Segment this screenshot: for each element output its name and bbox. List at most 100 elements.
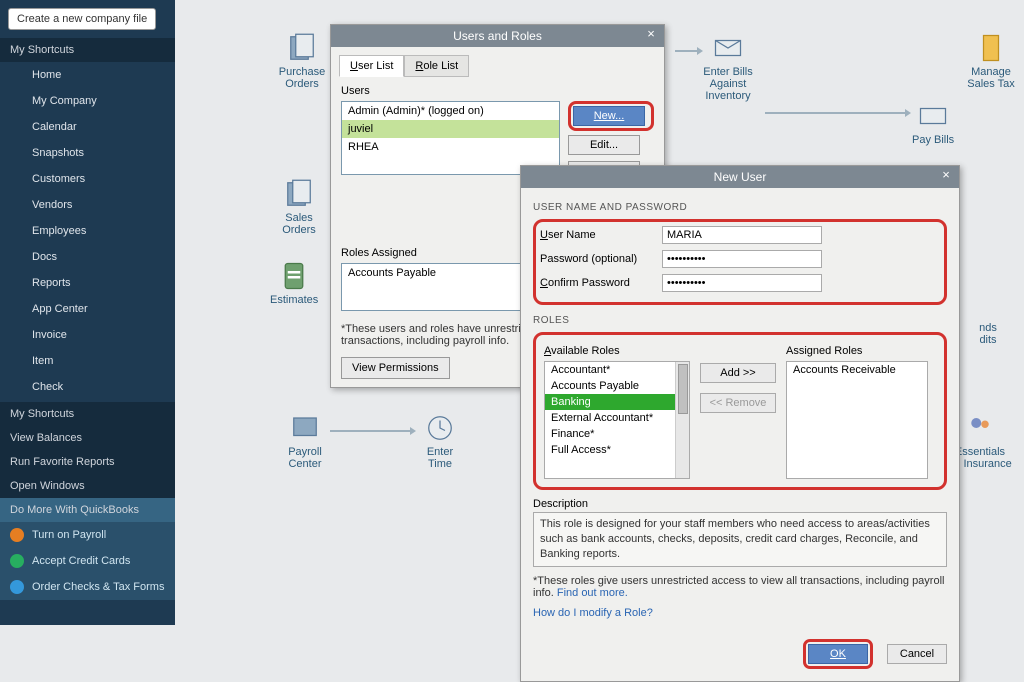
workflow-sales-orders[interactable]: Sales Orders <box>274 178 324 236</box>
sidebar-item-label: App Center <box>32 303 88 315</box>
sidebar-footer-open-windows[interactable]: Open Windows <box>0 474 175 498</box>
close-icon[interactable]: × <box>644 28 658 42</box>
ok-button[interactable]: OK <box>808 644 868 664</box>
payroll-icon <box>290 412 320 444</box>
assigned-roles-list[interactable]: Accounts Receivable <box>786 361 928 479</box>
dialog-title: Users and Roles <box>453 29 542 43</box>
sidebar-item-snapshots[interactable]: Snapshots <box>0 140 175 166</box>
scrollbar[interactable] <box>675 362 689 478</box>
arrow-icon <box>675 50 697 52</box>
workflow-manage-sales-tax[interactable]: Manage Sales Tax <box>966 32 1016 90</box>
workflow-label: Purchase Orders <box>274 66 330 90</box>
sidebar-item-reports[interactable]: Reports <box>0 270 175 296</box>
workflow-label: Pay Bills <box>912 134 954 146</box>
sidebar-promo-credit-cards[interactable]: Accept Credit Cards <box>0 548 175 574</box>
available-roles-list[interactable]: Accountant* Accounts Payable Banking Ext… <box>544 361 690 479</box>
confirm-password-input[interactable] <box>662 274 822 292</box>
role-option[interactable]: Full Access* <box>545 442 689 458</box>
workflow-label: Sales Orders <box>274 212 324 236</box>
description-label: Description <box>533 498 947 510</box>
sidebar-item-home[interactable]: Home <box>0 62 175 88</box>
sidebar-item-label: Item <box>32 355 53 367</box>
role-option[interactable]: Accounts Payable <box>545 378 689 394</box>
enter-bills-icon <box>713 32 743 64</box>
role-option[interactable]: Accountant* <box>545 362 689 378</box>
sidebar-item-label: Check <box>32 381 63 393</box>
sidebar-item-calendar[interactable]: Calendar <box>0 114 175 140</box>
workflow-purchase-orders[interactable]: Purchase Orders <box>274 32 330 90</box>
workflow-label: Manage Sales Tax <box>966 66 1016 90</box>
section-roles: ROLES <box>533 315 947 326</box>
sidebar-item-label: Turn on Payroll <box>32 529 106 541</box>
find-out-more-link[interactable]: Find out more. <box>557 587 628 599</box>
sales-orders-icon <box>284 178 314 210</box>
dialog-titlebar[interactable]: New User × <box>521 166 959 188</box>
users-label: Users <box>341 85 654 97</box>
username-label: User Name <box>540 229 662 241</box>
sidebar-item-label: Invoice <box>32 329 67 341</box>
password-input[interactable] <box>662 250 822 268</box>
sidebar-promo-payroll[interactable]: Turn on Payroll <box>0 522 175 548</box>
workflow-enter-time[interactable]: Enter Time <box>420 412 460 470</box>
sidebar-footer-view-balances[interactable]: View Balances <box>0 426 175 450</box>
sidebar-item-app-center[interactable]: App Center <box>0 296 175 322</box>
dialog-title: New User <box>714 170 767 184</box>
close-icon[interactable]: × <box>939 169 953 183</box>
sidebar-item-customers[interactable]: Customers <box>0 166 175 192</box>
role-option[interactable]: Banking <box>545 394 689 410</box>
workflow-label: Enter Bills Against Inventory <box>698 66 758 102</box>
sidebar-promo-order-checks[interactable]: Order Checks & Tax Forms <box>0 574 175 600</box>
role-option[interactable]: Accounts Receivable <box>787 362 927 378</box>
create-company-button[interactable]: Create a new company file <box>8 8 156 30</box>
sidebar-promo-title: Do More With QuickBooks <box>0 498 175 522</box>
sidebar-item-item[interactable]: Item <box>0 348 175 374</box>
sidebar-item-employees[interactable]: Employees <box>0 218 175 244</box>
tab-user-list[interactable]: User List <box>339 55 404 77</box>
user-row[interactable]: juviel <box>342 120 559 138</box>
user-row[interactable]: Admin (Admin)* (logged on) <box>342 102 559 120</box>
sidebar-item-check[interactable]: Check <box>0 374 175 400</box>
sidebar-item-label: Docs <box>32 251 57 263</box>
remove-role-button[interactable]: << Remove <box>700 393 776 413</box>
sidebar-item-my-company[interactable]: My Company <box>0 88 175 114</box>
workflow-pay-bills[interactable]: Pay Bills <box>912 100 954 146</box>
workflow-estimates[interactable]: Estimates <box>270 260 318 306</box>
sidebar-item-label: Order Checks & Tax Forms <box>32 581 164 593</box>
username-input[interactable] <box>662 226 822 244</box>
cancel-button[interactable]: Cancel <box>887 644 947 664</box>
arrow-icon <box>330 430 410 432</box>
people-icon <box>965 412 995 444</box>
sidebar-item-label: Employees <box>32 225 86 237</box>
dialog-titlebar[interactable]: Users and Roles × <box>331 25 664 47</box>
sidebar-footer-run-reports[interactable]: Run Favorite Reports <box>0 450 175 474</box>
clock-icon <box>425 412 455 444</box>
description-text: This role is designed for your staff mem… <box>533 512 947 567</box>
workflow-enter-bills[interactable]: Enter Bills Against Inventory <box>698 32 758 102</box>
estimates-icon <box>279 260 309 292</box>
workflow-payroll-center[interactable]: Payroll Center <box>280 412 330 470</box>
sidebar-footer-my-shortcuts[interactable]: My Shortcuts <box>0 402 175 426</box>
edit-user-button[interactable]: Edit... <box>568 135 640 155</box>
sidebar-item-label: Accept Credit Cards <box>32 555 130 567</box>
modify-role-link[interactable]: How do I modify a Role? <box>533 607 653 619</box>
sidebar-items: Home My Company Calendar Snapshots Custo… <box>0 62 175 400</box>
pay-bills-icon <box>918 100 948 132</box>
new-user-button[interactable]: New... <box>573 106 645 126</box>
users-list[interactable]: Admin (Admin)* (logged on) juviel RHEA <box>341 101 560 175</box>
scrollbar-thumb[interactable] <box>678 364 688 414</box>
sidebar-item-label: Customers <box>32 173 85 185</box>
role-option[interactable]: External Accountant* <box>545 410 689 426</box>
sidebar-promo: Do More With QuickBooks Turn on Payroll … <box>0 498 175 600</box>
workflow-refunds[interactable]: ndsdits <box>958 322 1018 346</box>
sidebar-item-invoice[interactable]: Invoice <box>0 322 175 348</box>
user-row[interactable]: RHEA <box>342 138 559 156</box>
tab-role-list[interactable]: Role List <box>404 55 469 77</box>
arrow-icon <box>765 112 905 114</box>
sidebar-item-docs[interactable]: Docs <box>0 244 175 270</box>
sidebar-item-label: Vendors <box>32 199 72 211</box>
view-permissions-button[interactable]: View Permissions <box>341 357 450 379</box>
role-option[interactable]: Finance* <box>545 426 689 442</box>
sidebar-item-vendors[interactable]: Vendors <box>0 192 175 218</box>
sidebar-item-label: Calendar <box>32 121 77 133</box>
add-role-button[interactable]: Add >> <box>700 363 776 383</box>
